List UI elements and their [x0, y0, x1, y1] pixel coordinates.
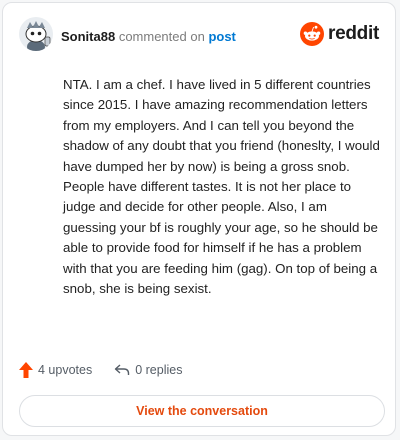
username[interactable]: Sonita88: [61, 29, 115, 44]
comment-card: Sonita88 commented on post reddit NTA. I…: [2, 2, 396, 436]
replies-stat[interactable]: 0 replies: [114, 363, 182, 377]
comment-footer: 4 upvotes 0 replies: [19, 359, 204, 381]
reddit-logo[interactable]: reddit: [300, 21, 379, 47]
snoo-avatar-icon: [19, 17, 53, 51]
user-avatar[interactable]: [19, 17, 53, 51]
comment-meta: Sonita88 commented on post: [61, 29, 236, 44]
action-text: commented on: [118, 29, 205, 44]
replies-count: 0 replies: [135, 363, 183, 377]
view-conversation-button[interactable]: View the conversation: [19, 395, 385, 427]
brand-name: reddit: [328, 23, 379, 44]
reply-arrow-icon: [115, 364, 130, 375]
comment-body: NTA. I am a chef. I have lived in 5 diff…: [63, 77, 380, 297]
comment-header: Sonita88 commented on post reddit: [19, 17, 381, 55]
post-link[interactable]: post: [208, 29, 235, 44]
upvote-arrow-icon: [19, 362, 33, 378]
upvotes-stat[interactable]: 4 upvotes: [19, 362, 92, 378]
reddit-logo-icon: [300, 22, 325, 46]
upvotes-count: 4 upvotes: [38, 363, 93, 377]
